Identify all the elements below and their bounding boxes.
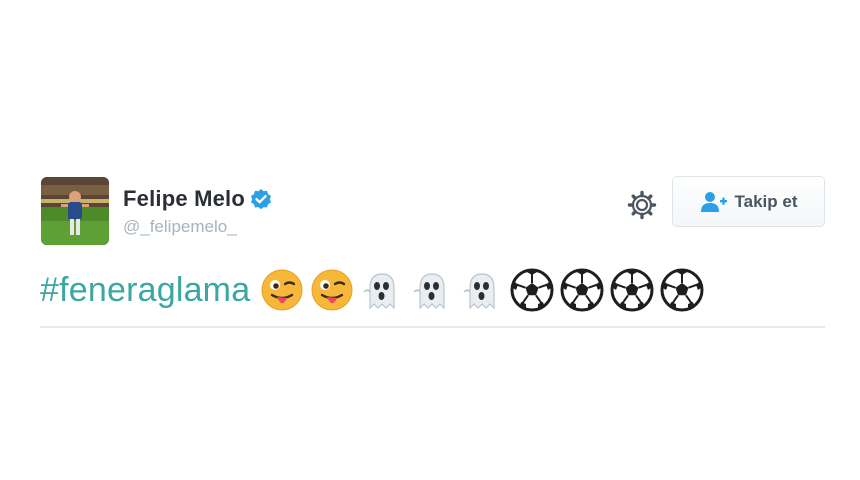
tweet-card: Felipe Melo @_felipemelo_ Takip et #fene… [40, 175, 825, 335]
add-user-icon [700, 191, 728, 213]
soccer-ball-icon [560, 268, 604, 312]
avatar[interactable] [41, 177, 109, 245]
ghost-icon [410, 268, 454, 312]
tweet-text: #feneraglama [40, 264, 710, 316]
name-row: Felipe Melo [123, 185, 272, 213]
divider [40, 326, 825, 328]
hashtag-link[interactable]: #feneraglama [40, 271, 250, 310]
ghost-icon [460, 268, 504, 312]
winking-face-with-tongue-icon [260, 268, 304, 312]
display-name[interactable]: Felipe Melo [123, 186, 245, 212]
soccer-ball-icon [610, 268, 654, 312]
gear-icon[interactable] [627, 190, 657, 220]
avatar-photo [41, 177, 109, 245]
winking-face-with-tongue-icon [310, 268, 354, 312]
soccer-ball-icon [510, 268, 554, 312]
follow-button[interactable]: Takip et [672, 176, 825, 227]
user-info: Felipe Melo @_felipemelo_ [123, 185, 272, 237]
soccer-ball-icon [660, 268, 704, 312]
verified-badge-icon [250, 188, 272, 210]
ghost-icon [360, 268, 404, 312]
user-handle[interactable]: @_felipemelo_ [123, 217, 272, 237]
follow-button-label: Takip et [734, 191, 798, 211]
